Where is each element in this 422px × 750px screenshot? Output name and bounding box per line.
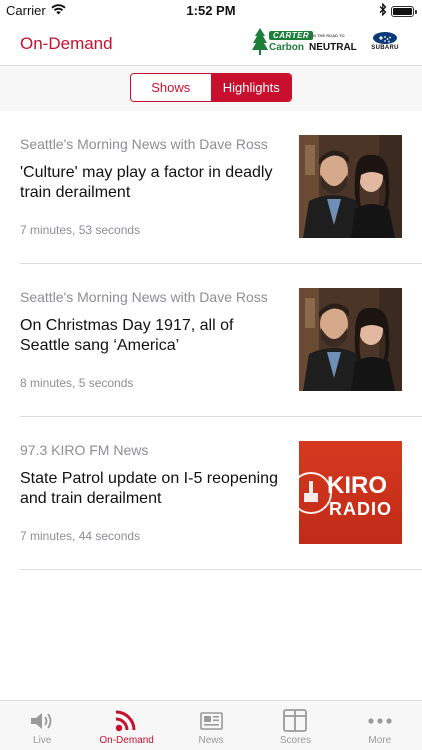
item-title: On Christmas Day 1917, all of Seattle sa… [20, 317, 234, 354]
bluetooth-icon [379, 2, 387, 19]
list-item[interactable]: 97.3 KIRO FM News State Patrol update on… [20, 417, 422, 570]
status-bar: Carrier 1:52 PM [0, 0, 422, 22]
item-source: Seattle's Morning News with Dave Ross [20, 289, 268, 305]
subaru-logo[interactable]: SUBARU [368, 32, 402, 56]
status-time: 1:52 PM [186, 3, 236, 18]
sponsor-carter: CARTER [269, 31, 314, 40]
header: On-Demand CARTER ON THE ROAD TO Carbon N… [0, 22, 422, 66]
tab-news[interactable]: News [169, 701, 253, 750]
hosts-photo [299, 135, 402, 238]
segment-bar: Shows Highlights [0, 66, 422, 111]
battery-level [393, 7, 412, 15]
newspaper-icon [197, 709, 225, 733]
tab-label: Live [33, 735, 52, 746]
tab-label: More [368, 735, 392, 746]
subaru-label: SUBARU [371, 45, 399, 51]
battery-icon [391, 5, 417, 17]
battery-cap [415, 9, 417, 14]
segment-shows[interactable]: Shows [131, 74, 211, 101]
segment-highlights[interactable]: Highlights [210, 74, 291, 101]
tab-live[interactable]: Live [0, 701, 84, 750]
list-item[interactable]: Seattle's Morning News with Dave Ross On… [20, 264, 422, 417]
svg-text:KIRO: KIRO [327, 472, 387, 499]
segmented-control: Shows Highlights [130, 73, 292, 102]
tab-scores[interactable]: Scores [253, 701, 337, 750]
sponsor-carbon: Carbon [269, 42, 304, 53]
tab-label: Scores [279, 735, 311, 746]
tab-on-demand[interactable]: On-Demand [84, 701, 168, 750]
svg-text:RADIO: RADIO [329, 499, 392, 519]
subaru-stars-icon [373, 32, 397, 44]
tab-bar: Live On-Demand News Scores More [0, 700, 422, 750]
item-source: 97.3 KIRO FM News [20, 442, 149, 458]
sponsor-logo[interactable]: CARTER ON THE ROAD TO Carbon NEUTRAL [252, 26, 362, 58]
item-duration: 7 minutes, 53 seconds [20, 223, 141, 237]
item-title: 'Culture' may play a factor in deadly tr… [20, 164, 273, 201]
item-title: State Patrol update on I-5 reopening and… [20, 470, 278, 507]
tree-icon [252, 28, 268, 61]
sponsor-neutral: NEUTRAL [309, 42, 357, 53]
item-source: Seattle's Morning News with Dave Ross [20, 136, 268, 152]
broadcast-icon [113, 709, 141, 733]
tab-label: News [198, 735, 224, 746]
speaker-icon [28, 709, 56, 733]
page-title: On-Demand [20, 34, 113, 53]
sponsor-road: ON THE ROAD TO [310, 33, 345, 38]
kiro-radio-logo: KIRO RADIO [299, 441, 402, 544]
list-item[interactable]: Seattle's Morning News with Dave Ross 'C… [20, 111, 422, 264]
status-right [379, 2, 417, 19]
hosts-photo [299, 288, 402, 391]
item-duration: 7 minutes, 44 seconds [20, 529, 141, 543]
tab-label: On-Demand [99, 735, 154, 746]
tab-more[interactable]: More [338, 701, 422, 750]
more-dots-icon [366, 709, 394, 733]
scoreboard-icon [281, 709, 309, 733]
item-duration: 8 minutes, 5 seconds [20, 376, 134, 390]
highlights-list: Seattle's Morning News with Dave Ross 'C… [0, 111, 422, 570]
